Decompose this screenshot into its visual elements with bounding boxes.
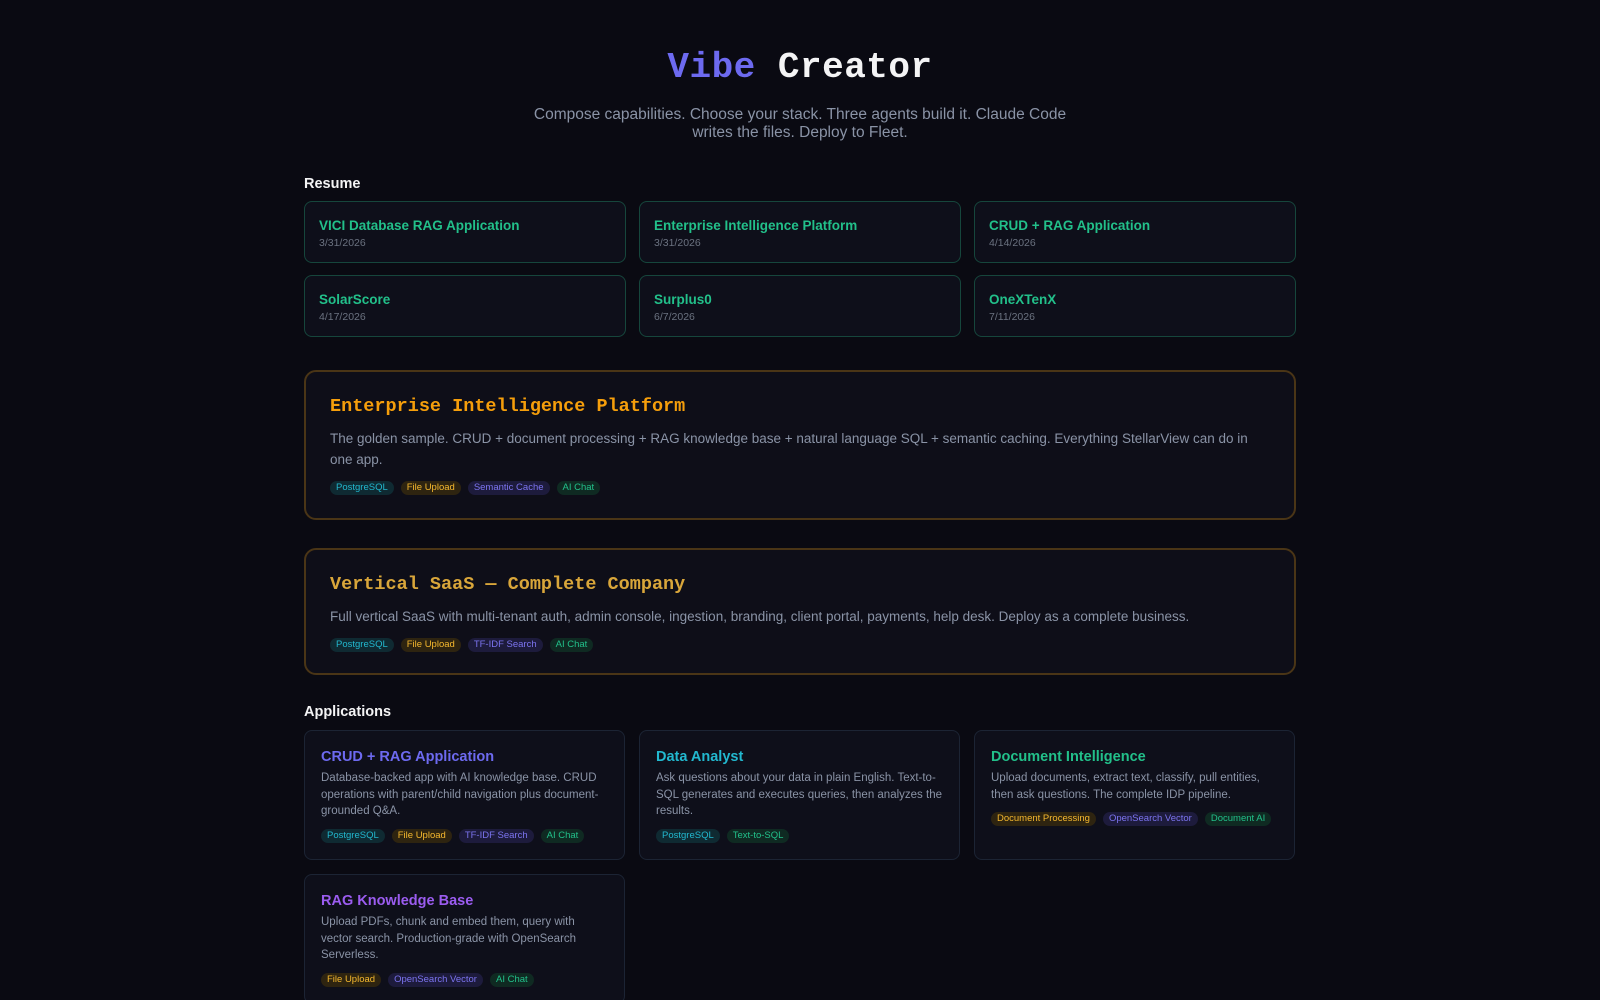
resume-card[interactable]: CRUD + RAG Application 4/14/2026 xyxy=(974,201,1296,263)
tag-text-to-sql: Text-to-SQL xyxy=(726,828,790,843)
hero-header: Vibe Creator Compose capabilities. Choos… xyxy=(0,0,1600,142)
resume-card-date: 4/14/2026 xyxy=(989,237,1036,249)
app-card-rag-knowledge-base[interactable]: RAG Knowledge Base Upload PDFs, chunk an… xyxy=(304,874,625,1000)
app-card-name: Data Analyst xyxy=(656,749,744,765)
app-card-name: Document Intelligence xyxy=(991,749,1146,765)
app-card-description: Ask questions about your data in plain E… xyxy=(656,772,942,817)
resume-card[interactable]: Surplus0 6/7/2026 xyxy=(639,275,961,337)
app-card-tags: PostgreSQL Text-to-SQL xyxy=(656,828,943,843)
app-card-description: Upload PDFs, chunk and embed them, query… xyxy=(321,916,577,961)
title-word-creator: Creator xyxy=(777,47,933,88)
resume-card-name: Surplus0 xyxy=(654,292,712,307)
page-title: Vibe Creator xyxy=(0,48,1600,88)
resume-card-name: OneXTenX xyxy=(989,292,1057,307)
app-card-name: CRUD + RAG Application xyxy=(321,749,495,765)
app-card-tags: Document Processing OpenSearch Vector Do… xyxy=(991,812,1278,826)
featured-card-title: Enterprise Intelligence Platform xyxy=(330,396,686,417)
page: Vibe Creator Compose capabilities. Choos… xyxy=(0,0,1600,1000)
resume-grid: VICI Database RAG Application 3/31/2026 … xyxy=(304,201,1296,337)
tag-document-ai: Document AI xyxy=(1204,812,1272,826)
applications-section: Applications CRUD + RAG Application Data… xyxy=(304,704,1296,1000)
tag-file-upload: File Upload xyxy=(400,481,461,495)
featured-card-tags: PostgreSQL File Upload Semantic Cache AI… xyxy=(330,481,1270,495)
resume-card-name: SolarScore xyxy=(319,292,391,307)
tag-postgresql: PostgreSQL xyxy=(656,828,720,843)
tag-file-upload: File Upload xyxy=(391,828,452,843)
resume-card-date: 3/31/2026 xyxy=(319,237,366,249)
applications-grid: CRUD + RAG Application Database-backed a… xyxy=(304,730,1296,1000)
tag-opensearch-vector: OpenSearch Vector xyxy=(1102,812,1198,826)
app-card-crud-rag[interactable]: CRUD + RAG Application Database-backed a… xyxy=(304,730,625,860)
app-card-description: Upload documents, extract text, classify… xyxy=(991,772,1260,801)
resume-card-name: VICI Database RAG Application xyxy=(319,218,520,233)
app-card-document-intelligence[interactable]: Document Intelligence Upload documents, … xyxy=(974,730,1295,860)
resume-card[interactable]: SolarScore 4/17/2026 xyxy=(304,275,626,337)
tag-semantic-cache: Semantic Cache xyxy=(467,481,550,495)
resume-card[interactable]: Enterprise Intelligence Platform 3/31/20… xyxy=(639,201,961,263)
resume-card-date: 4/17/2026 xyxy=(319,311,366,323)
featured-card-description: The golden sample. CRUD + document proce… xyxy=(330,431,1248,467)
tag-opensearch-vector: OpenSearch Vector xyxy=(388,972,483,987)
resume-card[interactable]: OneXTenX 7/11/2026 xyxy=(974,275,1296,337)
resume-card-name: Enterprise Intelligence Platform xyxy=(654,218,858,233)
tag-file-upload: File Upload xyxy=(321,972,382,987)
tag-file-upload: File Upload xyxy=(400,638,461,652)
app-card-tags: File Upload OpenSearch Vector AI Chat xyxy=(321,972,608,987)
app-card-tags: PostgreSQL File Upload TF-IDF Search AI … xyxy=(321,828,608,843)
resume-card-date: 6/7/2026 xyxy=(654,311,695,323)
featured-card-enterprise[interactable]: Enterprise Intelligence Platform The gol… xyxy=(304,370,1296,520)
tag-postgresql: PostgreSQL xyxy=(321,828,385,843)
resume-section-label: Resume xyxy=(304,176,361,192)
tag-document-processing: Document Processing xyxy=(991,812,1096,826)
app-card-name: RAG Knowledge Base xyxy=(321,893,474,909)
app-card-data-analyst[interactable]: Data Analyst Ask questions about your da… xyxy=(639,730,960,860)
resume-card[interactable]: VICI Database RAG Application 3/31/2026 xyxy=(304,201,626,263)
tag-tfidf-search: TF-IDF Search xyxy=(458,828,534,843)
featured-card-vertical-saas[interactable]: Vertical SaaS — Complete Company Full ve… xyxy=(304,548,1296,675)
tag-postgresql: PostgreSQL xyxy=(330,481,394,495)
resume-card-date: 7/11/2026 xyxy=(989,311,1035,323)
page-subtitle: Compose capabilities. Choose your stack.… xyxy=(533,106,1067,141)
tag-ai-chat: AI Chat xyxy=(540,828,585,843)
title-word-vibe: Vibe xyxy=(667,47,756,88)
featured-card-tags: PostgreSQL File Upload TF-IDF Search AI … xyxy=(330,638,1270,652)
featured-card-title: Vertical SaaS — Complete Company xyxy=(330,574,686,595)
tag-ai-chat: AI Chat xyxy=(556,481,601,495)
resume-card-name: CRUD + RAG Application xyxy=(989,218,1151,233)
app-card-description: Database-backed app with AI knowledge ba… xyxy=(321,772,599,817)
tag-tfidf-search: TF-IDF Search xyxy=(467,638,543,652)
tag-ai-chat: AI Chat xyxy=(549,638,594,652)
tag-ai-chat: AI Chat xyxy=(489,972,534,987)
featured-card-description: Full vertical SaaS with multi-tenant aut… xyxy=(330,609,1190,624)
tag-postgresql: PostgreSQL xyxy=(330,638,394,652)
resume-section: Resume VICI Database RAG Application 3/3… xyxy=(304,176,1296,337)
resume-card-date: 3/31/2026 xyxy=(654,237,701,249)
applications-section-label: Applications xyxy=(304,704,392,720)
